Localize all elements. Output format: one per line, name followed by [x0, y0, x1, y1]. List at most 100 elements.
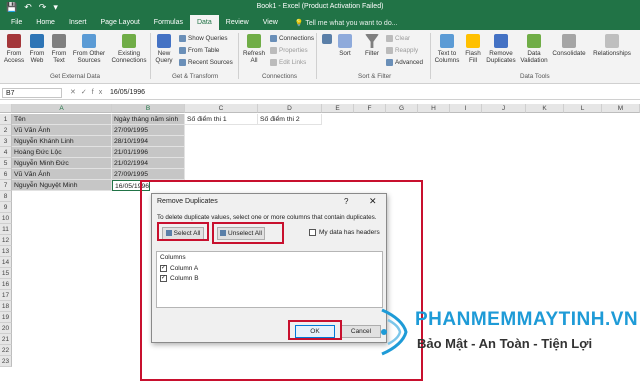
row-header[interactable]: 16	[0, 279, 12, 290]
column-header[interactable]: B	[112, 104, 185, 113]
row-header[interactable]: 20	[0, 323, 12, 334]
row-header[interactable]: 8	[0, 191, 12, 202]
clear-button[interactable]: Clear	[386, 35, 410, 42]
reapply-button[interactable]: Reapply	[386, 47, 418, 54]
show-queries-button[interactable]: Show Queries	[179, 35, 228, 42]
cell-a7[interactable]: Nguyễn Nguyệt Minh	[12, 180, 112, 191]
tab-view[interactable]: View	[256, 15, 285, 30]
column-a-checkbox[interactable]: ✓ Column A	[160, 265, 198, 272]
sort-az-button[interactable]	[320, 34, 334, 46]
row-header[interactable]: 7	[0, 180, 12, 191]
row-header[interactable]: 9	[0, 202, 12, 213]
row-header[interactable]: 6	[0, 169, 12, 180]
row-header[interactable]: 23	[0, 356, 12, 367]
column-b-checkbox[interactable]: ✓ Column B	[160, 275, 199, 282]
refresh-all-button[interactable]: Refresh All	[241, 34, 267, 64]
cell-a4[interactable]: Hoàng Đức Lộc	[12, 147, 112, 158]
cell-a1[interactable]: Tên	[12, 114, 112, 125]
row-header[interactable]: 3	[0, 136, 12, 147]
cell-a5[interactable]: Nguyễn Minh Đức	[12, 158, 112, 169]
existing-connections-button[interactable]: Existing Connections	[111, 34, 147, 64]
insert-function-icon[interactable]: fx	[92, 89, 107, 96]
column-header[interactable]: J	[482, 104, 526, 113]
relationships-button[interactable]: Relationships	[590, 34, 634, 57]
row-header[interactable]: 21	[0, 334, 12, 345]
cell-a6[interactable]: Vũ Văn Ánh	[12, 169, 112, 180]
close-icon[interactable]: ✕	[369, 196, 377, 207]
column-header[interactable]: L	[564, 104, 602, 113]
from-table-button[interactable]: From Table	[179, 47, 219, 54]
row-header[interactable]: 14	[0, 257, 12, 268]
advanced-button[interactable]: Advanced	[386, 59, 423, 66]
tab-data[interactable]: Data	[189, 15, 219, 30]
cell-a2[interactable]: Vũ Văn Ánh	[12, 125, 112, 136]
tab-file[interactable]: File	[4, 15, 29, 30]
column-header[interactable]: K	[526, 104, 564, 113]
column-header[interactable]: G	[386, 104, 418, 113]
row-header[interactable]: 22	[0, 345, 12, 356]
from-other-sources-button[interactable]: From Other Sources	[71, 34, 107, 64]
row-header[interactable]: 11	[0, 224, 12, 235]
cell-b6[interactable]: 27/09/1995	[112, 169, 185, 180]
cell-b1[interactable]: Ngày tháng năm sinh	[112, 114, 185, 125]
tab-formulas[interactable]: Formulas	[147, 15, 190, 30]
enter-icon[interactable]: ✓	[81, 89, 92, 96]
select-all-corner[interactable]	[0, 104, 12, 113]
column-header[interactable]: A	[12, 104, 112, 113]
from-web-button[interactable]: From Web	[27, 34, 47, 64]
new-query-button[interactable]: New Query	[153, 34, 175, 64]
row-header[interactable]: 19	[0, 312, 12, 323]
row-header[interactable]: 17	[0, 290, 12, 301]
row-header[interactable]: 12	[0, 235, 12, 246]
cell-b2[interactable]: 27/09/1995	[112, 125, 185, 136]
cancel-button[interactable]: Cancel	[341, 325, 381, 338]
tab-page-layout[interactable]: Page Layout	[93, 15, 146, 30]
column-header[interactable]: F	[354, 104, 386, 113]
cell-b3[interactable]: 28/10/1994	[112, 136, 185, 147]
remove-duplicates-button[interactable]: Remove Duplicates	[485, 34, 517, 64]
row-header[interactable]: 2	[0, 125, 12, 136]
row-header[interactable]: 18	[0, 301, 12, 312]
connections-button[interactable]: Connections	[270, 35, 314, 42]
column-header[interactable]: C	[185, 104, 258, 113]
tell-me-box[interactable]: 💡 Tell me what you want to do...	[295, 19, 398, 27]
from-access-button[interactable]: From Access	[3, 34, 25, 64]
row-header[interactable]: 4	[0, 147, 12, 158]
tab-home[interactable]: Home	[29, 15, 62, 30]
properties-button[interactable]: Properties	[270, 47, 308, 54]
cell-c1[interactable]: Số điểm thi 1	[185, 114, 258, 125]
name-box[interactable]: B7	[2, 88, 62, 98]
column-header[interactable]: E	[322, 104, 354, 113]
consolidate-button[interactable]: Consolidate	[551, 34, 587, 57]
help-icon[interactable]: ?	[344, 197, 348, 206]
column-header[interactable]: H	[418, 104, 450, 113]
text-to-columns-button[interactable]: Text to Columns	[433, 34, 461, 64]
column-header[interactable]: I	[450, 104, 482, 113]
formula-input[interactable]: 16/05/1996	[110, 89, 145, 96]
flash-fill-button[interactable]: Flash Fill	[464, 34, 482, 64]
remove-duplicates-icon	[494, 34, 508, 48]
has-headers-checkbox[interactable]: My data has headers	[309, 229, 380, 236]
row-header[interactable]: 13	[0, 246, 12, 257]
data-validation-button[interactable]: Data Validation	[520, 34, 548, 64]
edit-links-button[interactable]: Edit Links	[270, 59, 306, 66]
cancel-icon[interactable]: ✕	[70, 89, 81, 96]
tab-insert[interactable]: Insert	[62, 15, 94, 30]
column-header[interactable]: D	[258, 104, 322, 113]
cell-d1[interactable]: Số điểm thi 2	[258, 114, 322, 125]
from-text-button[interactable]: From Text	[49, 34, 69, 64]
recent-sources-button[interactable]: Recent Sources	[179, 59, 233, 66]
access-icon	[7, 34, 21, 48]
cell-b4[interactable]: 21/01/1996	[112, 147, 185, 158]
flash-fill-icon	[466, 34, 480, 48]
cell-b5[interactable]: 21/02/1994	[112, 158, 185, 169]
tab-review[interactable]: Review	[219, 15, 256, 30]
row-header[interactable]: 1	[0, 114, 12, 125]
row-header[interactable]: 15	[0, 268, 12, 279]
sort-button[interactable]: Sort	[336, 34, 354, 57]
cell-a3[interactable]: Nguyễn Khánh Linh	[12, 136, 112, 147]
column-header[interactable]: M	[602, 104, 640, 113]
filter-button[interactable]: Filter	[362, 34, 382, 57]
row-header[interactable]: 10	[0, 213, 12, 224]
row-header[interactable]: 5	[0, 158, 12, 169]
